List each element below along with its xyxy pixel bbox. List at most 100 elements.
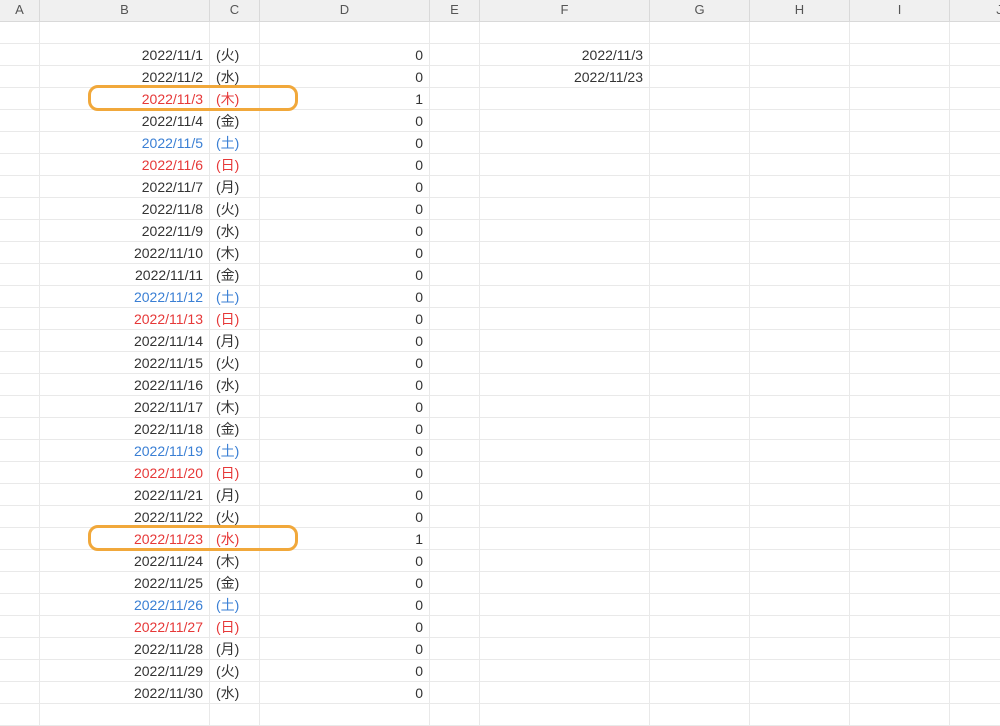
cell-value-d[interactable]: 0 (260, 44, 430, 66)
cell-empty[interactable] (650, 132, 750, 154)
cell-empty[interactable] (430, 638, 480, 660)
cell-date[interactable]: 2022/11/26 (40, 594, 210, 616)
cell-empty[interactable] (480, 110, 650, 132)
cell-empty[interactable] (750, 550, 850, 572)
cell-weekday[interactable]: (月) (210, 176, 260, 198)
cell-value-d[interactable]: 1 (260, 528, 430, 550)
cell-empty[interactable] (750, 66, 850, 88)
cell-value-d[interactable]: 0 (260, 484, 430, 506)
cell-empty[interactable] (950, 396, 1000, 418)
cell-empty[interactable] (430, 506, 480, 528)
cell-value-d[interactable]: 0 (260, 176, 430, 198)
cell-blank[interactable] (260, 22, 430, 44)
cell-empty[interactable] (950, 88, 1000, 110)
cell-value-d[interactable]: 0 (260, 242, 430, 264)
cell-value-d[interactable]: 0 (260, 330, 430, 352)
cell-value-d[interactable]: 0 (260, 220, 430, 242)
cell-empty[interactable] (850, 506, 950, 528)
column-header-H[interactable]: H (750, 0, 850, 22)
cell-blank[interactable] (950, 704, 1000, 726)
cell-date[interactable]: 2022/11/4 (40, 110, 210, 132)
cell-empty[interactable] (950, 638, 1000, 660)
cell-blank[interactable] (750, 22, 850, 44)
cell-empty[interactable] (750, 352, 850, 374)
cell-empty[interactable] (750, 330, 850, 352)
cell-empty[interactable] (480, 132, 650, 154)
cell-empty[interactable] (430, 264, 480, 286)
cell-empty[interactable] (950, 330, 1000, 352)
cell-date[interactable]: 2022/11/7 (40, 176, 210, 198)
cell-empty[interactable] (750, 616, 850, 638)
cell-empty[interactable] (0, 616, 40, 638)
cell-empty[interactable] (430, 330, 480, 352)
cell-value-d[interactable]: 0 (260, 374, 430, 396)
cell-empty[interactable] (480, 572, 650, 594)
cell-empty[interactable] (750, 374, 850, 396)
cell-empty[interactable] (0, 528, 40, 550)
cell-weekday[interactable]: (火) (210, 198, 260, 220)
cell-empty[interactable] (480, 242, 650, 264)
cell-weekday[interactable]: (水) (210, 528, 260, 550)
cell-weekday[interactable]: (金) (210, 264, 260, 286)
cell-empty[interactable] (0, 220, 40, 242)
cell-weekday[interactable]: (水) (210, 682, 260, 704)
cell-weekday[interactable]: (火) (210, 660, 260, 682)
cell-empty[interactable] (750, 308, 850, 330)
cell-empty[interactable] (430, 594, 480, 616)
cell-empty[interactable] (950, 484, 1000, 506)
cell-empty[interactable] (950, 132, 1000, 154)
cell-blank[interactable] (0, 704, 40, 726)
cell-empty[interactable] (850, 286, 950, 308)
cell-empty[interactable] (480, 638, 650, 660)
cell-empty[interactable] (650, 220, 750, 242)
cell-empty[interactable] (430, 66, 480, 88)
cell-empty[interactable] (480, 682, 650, 704)
cell-empty[interactable] (850, 154, 950, 176)
cell-empty[interactable] (480, 286, 650, 308)
cell-blank[interactable] (430, 22, 480, 44)
cell-empty[interactable] (750, 528, 850, 550)
column-header-A[interactable]: A (0, 0, 40, 22)
cell-value-d[interactable]: 0 (260, 352, 430, 374)
spreadsheet-grid[interactable]: ABCDEFGHIJ2022/11/1(火)02022/11/32022/11/… (0, 0, 1000, 726)
cell-empty[interactable] (430, 352, 480, 374)
cell-empty[interactable] (430, 242, 480, 264)
cell-empty[interactable] (0, 550, 40, 572)
cell-empty[interactable] (0, 572, 40, 594)
cell-empty[interactable] (650, 660, 750, 682)
cell-value-d[interactable]: 0 (260, 616, 430, 638)
cell-empty[interactable] (650, 440, 750, 462)
cell-empty[interactable] (950, 198, 1000, 220)
cell-empty[interactable] (480, 506, 650, 528)
cell-empty[interactable] (0, 484, 40, 506)
cell-empty[interactable] (850, 440, 950, 462)
cell-weekday[interactable]: (月) (210, 484, 260, 506)
cell-empty[interactable] (850, 66, 950, 88)
cell-empty[interactable] (480, 462, 650, 484)
cell-blank[interactable] (260, 704, 430, 726)
cell-date[interactable]: 2022/11/13 (40, 308, 210, 330)
cell-empty[interactable] (480, 660, 650, 682)
cell-empty[interactable] (650, 550, 750, 572)
cell-empty[interactable] (430, 572, 480, 594)
cell-empty[interactable] (0, 132, 40, 154)
cell-date[interactable]: 2022/11/29 (40, 660, 210, 682)
cell-empty[interactable] (480, 176, 650, 198)
cell-empty[interactable] (650, 176, 750, 198)
cell-empty[interactable] (0, 352, 40, 374)
cell-value-d[interactable]: 0 (260, 638, 430, 660)
cell-empty[interactable] (650, 572, 750, 594)
cell-value-d[interactable]: 1 (260, 88, 430, 110)
cell-empty[interactable] (480, 352, 650, 374)
cell-empty[interactable] (750, 440, 850, 462)
cell-weekday[interactable]: (日) (210, 616, 260, 638)
cell-blank[interactable] (430, 704, 480, 726)
cell-empty[interactable] (850, 198, 950, 220)
cell-empty[interactable] (0, 286, 40, 308)
cell-date[interactable]: 2022/11/18 (40, 418, 210, 440)
cell-empty[interactable] (750, 484, 850, 506)
cell-empty[interactable] (850, 132, 950, 154)
cell-empty[interactable] (430, 308, 480, 330)
cell-empty[interactable] (0, 154, 40, 176)
cell-weekday[interactable]: (金) (210, 110, 260, 132)
